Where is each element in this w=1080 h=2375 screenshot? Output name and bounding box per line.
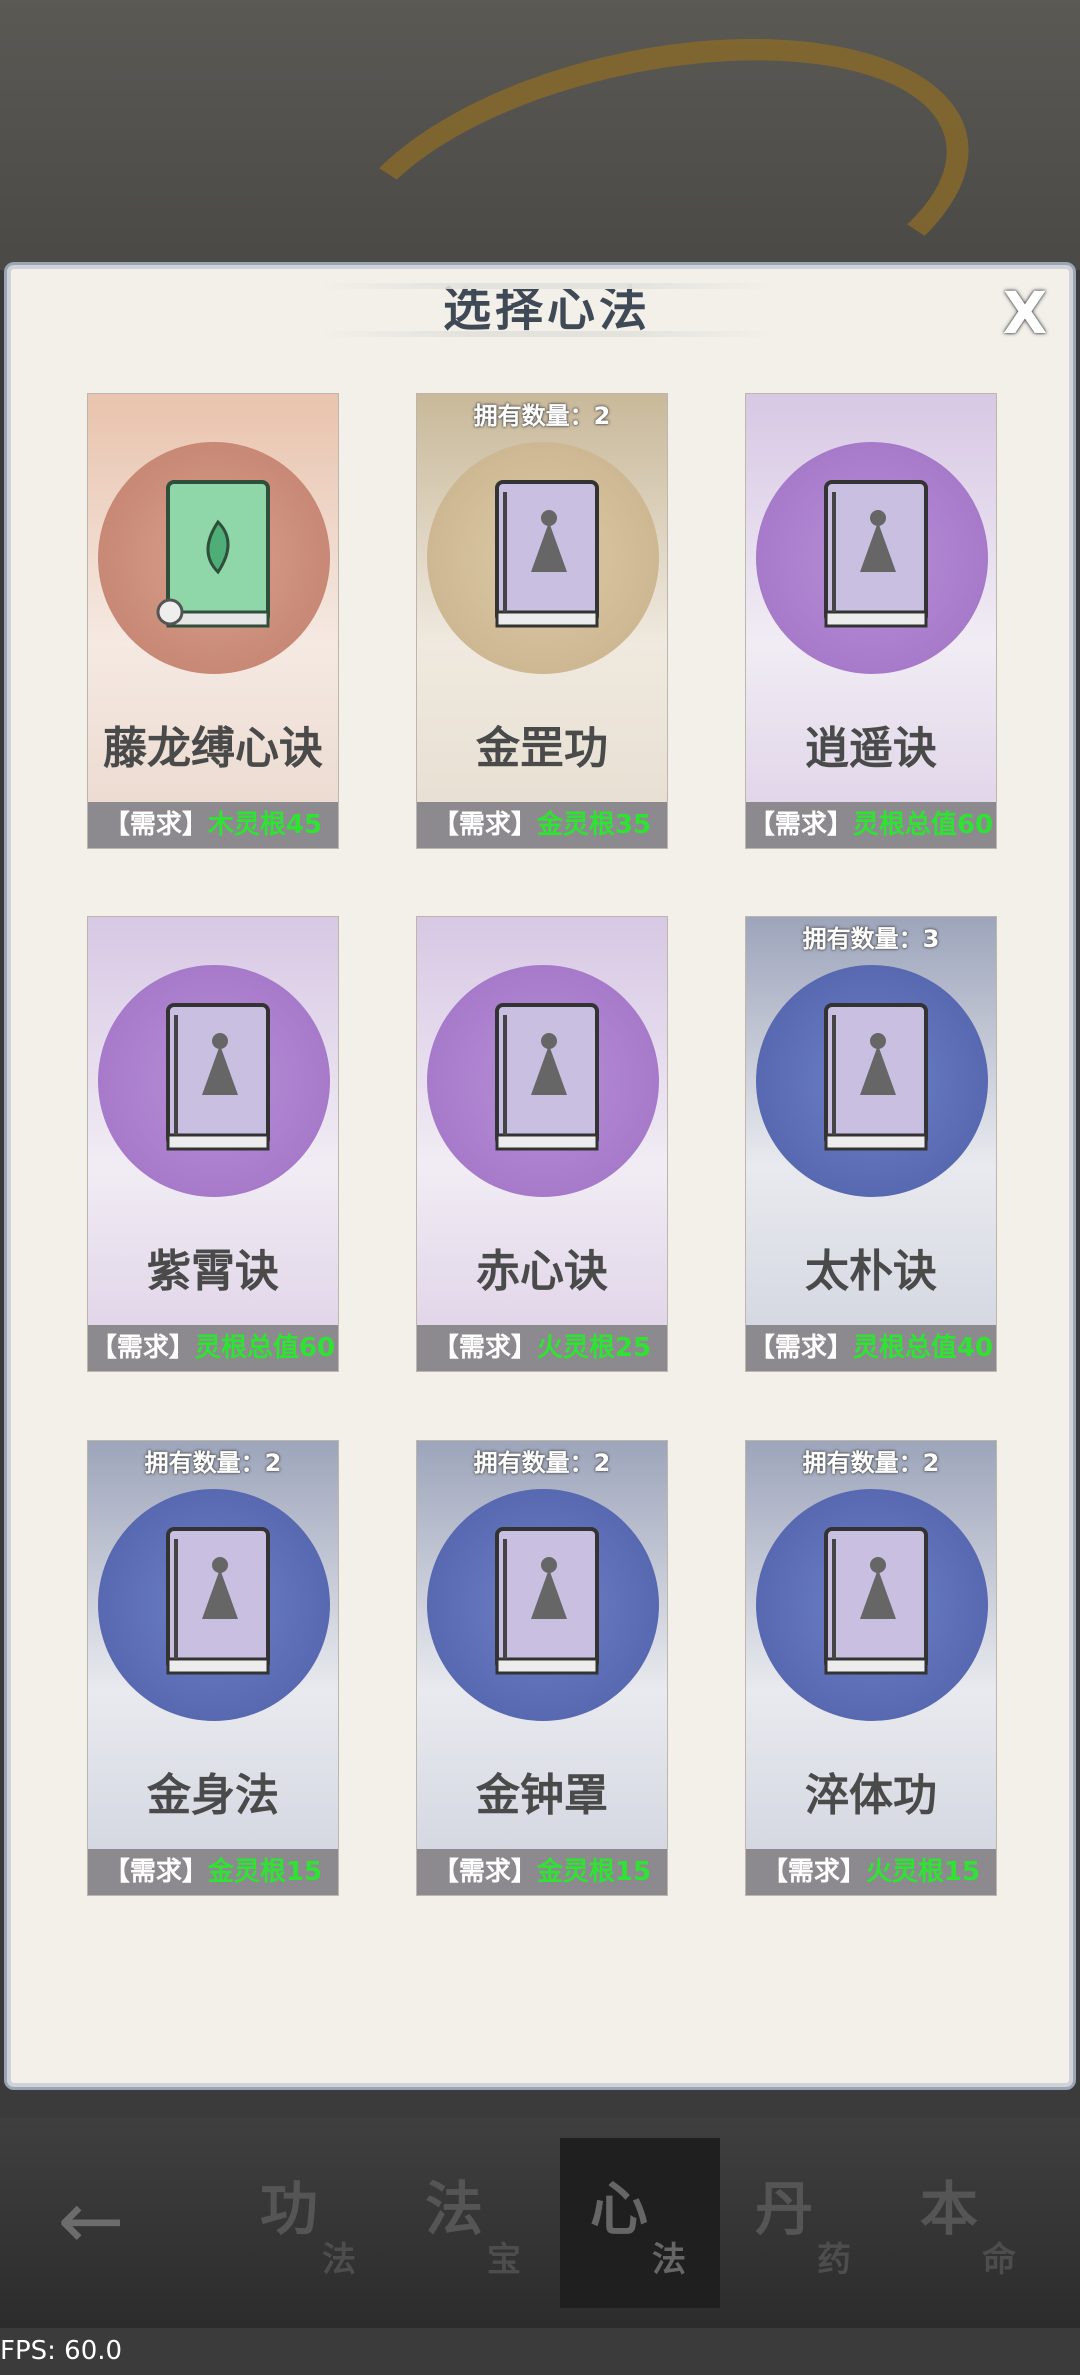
tab-small-char: 命 bbox=[982, 2240, 1016, 2280]
tab-big-char: 法 bbox=[425, 2175, 484, 2243]
card-name: 紫霄诀 bbox=[147, 1246, 279, 1297]
game-background bbox=[0, 0, 1080, 418]
requirement-value: 金灵根15 bbox=[207, 1857, 323, 1887]
card-name: 金钟罩 bbox=[476, 1770, 608, 1821]
blue-book-icon bbox=[150, 1509, 280, 1689]
requirement-label: 【需求】 bbox=[432, 1333, 537, 1363]
green-book-icon bbox=[150, 462, 280, 642]
tab-xinfa[interactable]: 心 法 bbox=[560, 2138, 720, 2308]
requirement-label: 【需求】 bbox=[90, 1333, 195, 1363]
requirement-label: 【需求】 bbox=[432, 810, 537, 840]
method-card-taipu[interactable]: 拥有数量：3 太朴诀 【需求】灵根总值40 bbox=[745, 916, 997, 1372]
method-card-tenglong[interactable]: 藤龙缚心诀 【需求】木灵根45 bbox=[87, 393, 339, 849]
requirement-bar: 【需求】金灵根15 bbox=[417, 1849, 667, 1895]
blue-book-icon bbox=[808, 1509, 938, 1689]
requirement-label: 【需求】 bbox=[748, 1333, 853, 1363]
requirement-value: 木灵根45 bbox=[207, 810, 323, 840]
card-name: 太朴诀 bbox=[805, 1246, 937, 1297]
requirement-bar: 【需求】灵根总值60 bbox=[88, 1325, 338, 1371]
method-card-chixin[interactable]: 赤心诀 【需求】火灵根25 bbox=[416, 916, 668, 1372]
method-card-jinshen[interactable]: 拥有数量：2 金身法 【需求】金灵根15 bbox=[87, 1440, 339, 1896]
title-decoration-bottom bbox=[317, 331, 777, 337]
requirement-label: 【需求】 bbox=[748, 810, 853, 840]
requirement-value: 灵根总值40 bbox=[852, 1333, 994, 1363]
card-name: 逍遥诀 bbox=[805, 723, 937, 774]
method-card-jingang[interactable]: 拥有数量：2 金罡功 【需求】金灵根35 bbox=[416, 393, 668, 849]
requirement-value: 火灵根15 bbox=[865, 1857, 981, 1887]
method-card-zixiao[interactable]: 紫霄诀 【需求】灵根总值60 bbox=[87, 916, 339, 1372]
card-name: 赤心诀 bbox=[476, 1246, 608, 1297]
tab-big-char: 功 bbox=[260, 2175, 319, 2243]
tab-small-char: 宝 bbox=[487, 2240, 521, 2280]
purple-book-icon bbox=[808, 462, 938, 642]
requirement-bar: 【需求】灵根总值40 bbox=[746, 1325, 996, 1371]
bottom-navigation: ← 功 法 法 宝 心 法 丹 药 本 命 bbox=[0, 2118, 1080, 2328]
tab-small-char: 法 bbox=[322, 2240, 356, 2280]
tab-gongfa[interactable]: 功 法 bbox=[230, 2138, 390, 2308]
method-card-cuiti[interactable]: 拥有数量：2 淬体功 【需求】火灵根15 bbox=[745, 1440, 997, 1896]
requirement-bar: 【需求】木灵根45 bbox=[88, 802, 338, 848]
title-decoration-top bbox=[317, 283, 777, 289]
owned-count: 拥有数量：2 bbox=[473, 1449, 611, 1477]
purple-book-icon bbox=[479, 985, 609, 1165]
requirement-value: 灵根总值60 bbox=[194, 1333, 336, 1363]
card-name: 金身法 bbox=[147, 1770, 279, 1821]
tab-small-char: 法 bbox=[652, 2240, 686, 2280]
back-arrow-icon[interactable]: ← bbox=[46, 2176, 136, 2266]
blue-book-icon bbox=[808, 985, 938, 1165]
tab-fabao[interactable]: 法 宝 bbox=[395, 2138, 555, 2308]
method-card-xiaoyao[interactable]: 逍遥诀 【需求】灵根总值60 bbox=[745, 393, 997, 849]
requirement-bar: 【需求】火灵根15 bbox=[746, 1849, 996, 1895]
requirement-value: 火灵根25 bbox=[536, 1333, 652, 1363]
requirement-label: 【需求】 bbox=[103, 810, 208, 840]
tab-danyao[interactable]: 丹 药 bbox=[725, 2138, 885, 2308]
tab-small-char: 药 bbox=[817, 2240, 851, 2280]
tab-big-char: 丹 bbox=[755, 2175, 814, 2243]
blue-book-icon bbox=[479, 1509, 609, 1689]
requirement-label: 【需求】 bbox=[103, 1857, 208, 1887]
requirement-bar: 【需求】灵根总值60 bbox=[746, 802, 996, 848]
requirement-label: 【需求】 bbox=[432, 1857, 537, 1887]
owned-count: 拥有数量：2 bbox=[802, 1449, 940, 1477]
owned-count: 拥有数量：2 bbox=[473, 402, 611, 430]
tab-benming[interactable]: 本 命 bbox=[890, 2138, 1050, 2308]
method-card-jinzhong[interactable]: 拥有数量：2 金钟罩 【需求】金灵根15 bbox=[416, 1440, 668, 1896]
select-heart-method-dialog: 选择心法 X 藤龙缚心诀 【需求】木灵根45 拥有数量：2 金罡功 【需求】金灵… bbox=[4, 262, 1076, 2090]
gold-book-icon bbox=[479, 462, 609, 642]
requirement-value: 金灵根35 bbox=[536, 810, 652, 840]
card-name: 藤龙缚心诀 bbox=[103, 723, 323, 774]
fps-counter: FPS: 60.0 bbox=[0, 2336, 123, 2366]
tab-big-char: 心 bbox=[590, 2175, 649, 2243]
card-name: 金罡功 bbox=[476, 723, 608, 774]
requirement-value: 灵根总值60 bbox=[852, 810, 994, 840]
dialog-header: 选择心法 bbox=[317, 279, 777, 339]
close-button[interactable]: X bbox=[997, 284, 1053, 342]
requirement-bar: 【需求】金灵根15 bbox=[88, 1849, 338, 1895]
requirement-bar: 【需求】金灵根35 bbox=[417, 802, 667, 848]
owned-count: 拥有数量：3 bbox=[802, 925, 940, 953]
card-name: 淬体功 bbox=[805, 1770, 937, 1821]
tab-big-char: 本 bbox=[920, 2175, 979, 2243]
purple-book-icon bbox=[150, 985, 280, 1165]
owned-count: 拥有数量：2 bbox=[144, 1449, 282, 1477]
requirement-value: 金灵根15 bbox=[536, 1857, 652, 1887]
requirement-label: 【需求】 bbox=[761, 1857, 866, 1887]
requirement-bar: 【需求】火灵根25 bbox=[417, 1325, 667, 1371]
